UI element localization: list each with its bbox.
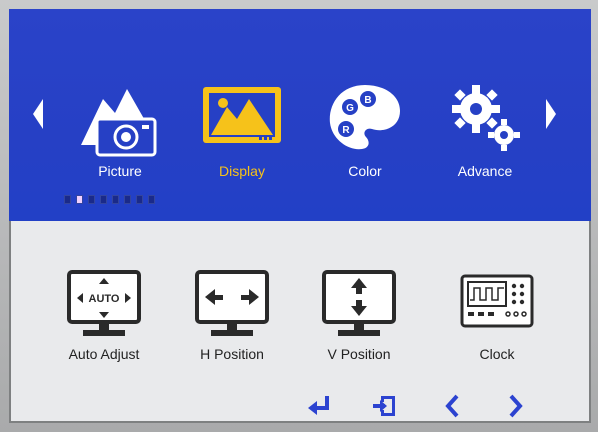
menu-item-picture[interactable]: Picture [65,79,175,189]
auto-icon-text: AUTO [89,293,120,305]
page-dot [64,195,71,204]
menu-item-label: Display [219,163,265,179]
submenu-item-auto-adjust[interactable]: AUTO Auto Adjust [49,268,159,362]
h-position-icon [187,268,277,340]
display-icon [197,79,287,157]
submenu-item-v-position[interactable]: V Position [304,268,414,362]
menu-item-label: Advance [457,163,513,179]
exit-icon[interactable] [367,393,401,419]
page-indicator [64,195,155,204]
svg-text:G: G [346,103,354,114]
menu-item-label: Picture [98,163,142,179]
enter-icon[interactable] [305,393,339,419]
menu-item-display[interactable]: Display [187,79,297,189]
osd-screen: Picture Display G B R Color Advance AUTO… [9,9,591,423]
menu-item-advance[interactable]: Advance [430,79,540,189]
menu-right-arrow-icon[interactable] [546,99,556,129]
svg-text:B: B [364,95,371,106]
submenu-item-clock[interactable]: Clock [442,268,552,362]
color-palette-icon: G B R [320,79,410,157]
bottom-control-bar [9,391,591,423]
page-dot [124,195,131,204]
page-dot [148,195,155,204]
submenu-item-label: Clock [479,346,515,362]
submenu-item-label: Auto Adjust [68,346,140,362]
submenu-item-label: V Position [327,346,391,362]
right-chevron-icon[interactable] [499,393,533,419]
clock-icon [452,268,542,340]
menu-item-color[interactable]: G B R Color [310,79,420,189]
page-dot [88,195,95,204]
left-chevron-icon[interactable] [437,393,471,419]
menu-left-arrow-icon[interactable] [33,99,43,129]
picture-icon [75,79,165,157]
menu-item-label: Color [348,163,382,179]
auto-adjust-icon: AUTO [59,268,149,340]
submenu-item-label: H Position [200,346,264,362]
page-dot [100,195,107,204]
main-menu-bar: Picture Display G B R Color Advance [9,9,591,221]
page-dot [136,195,143,204]
page-dot-current [76,195,83,204]
submenu-item-h-position[interactable]: H Position [177,268,287,362]
gears-icon [440,79,530,157]
page-dot [112,195,119,204]
v-position-icon [314,268,404,340]
svg-text:R: R [342,125,350,136]
